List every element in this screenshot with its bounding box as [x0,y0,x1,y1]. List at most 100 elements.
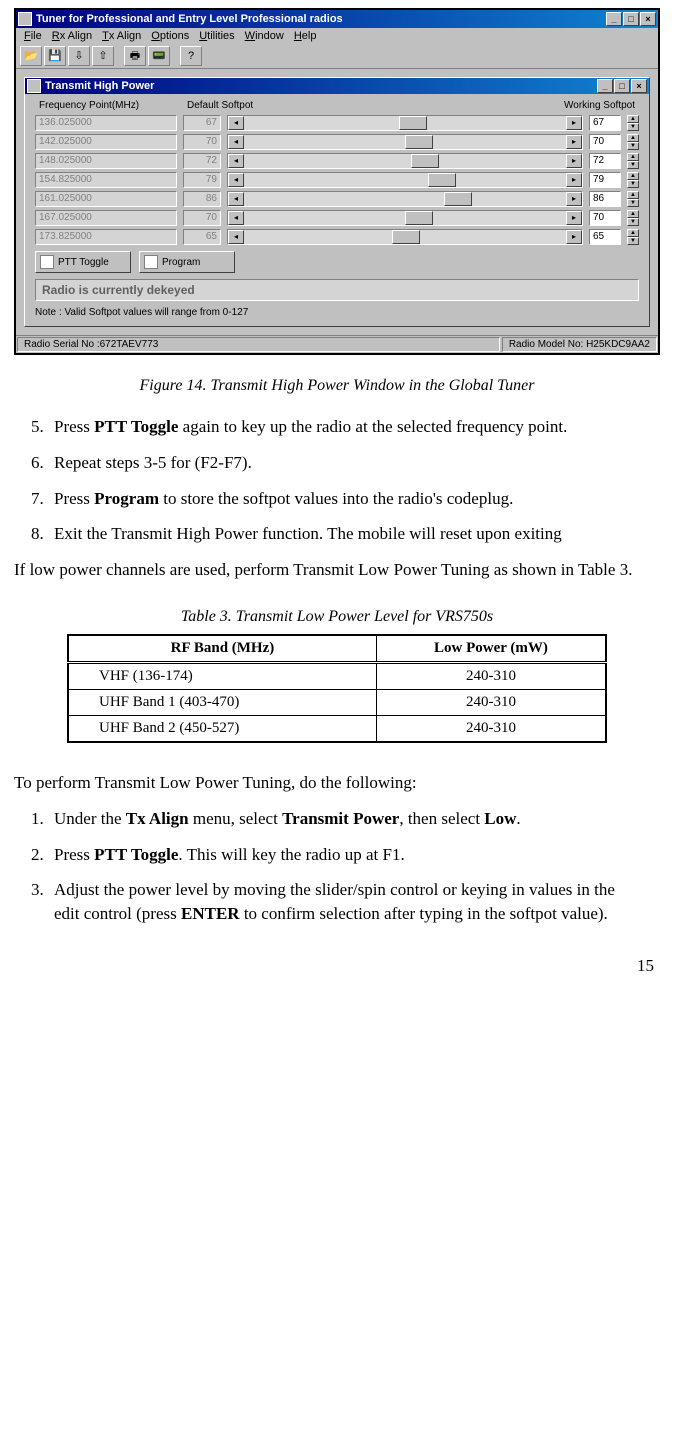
working-softpot-field[interactable]: 67 [589,115,621,131]
slider-left-icon[interactable]: ◂ [228,192,244,206]
menu-utilities[interactable]: Utilities [199,30,234,42]
slider-left-icon[interactable]: ◂ [228,230,244,244]
instruction-step: Press Program to store the softpot value… [48,487,636,511]
spin-down-icon[interactable]: ▼ [627,237,639,245]
close-button[interactable]: × [640,12,656,26]
inner-minimize-button[interactable]: _ [597,79,613,93]
softpot-spinner[interactable]: ▲▼ [627,153,639,169]
slider-left-icon[interactable]: ◂ [228,211,244,225]
inner-window: Transmit High Power _ □ × Frequency Poin… [24,77,650,327]
slider-right-icon[interactable]: ▸ [566,211,582,225]
slider-thumb[interactable] [444,192,472,206]
tool-open-icon[interactable]: 📂 [20,46,42,66]
spin-up-icon[interactable]: ▲ [627,115,639,123]
inner-close-button[interactable]: × [631,79,647,93]
spin-up-icon[interactable]: ▲ [627,134,639,142]
table-header-band: RF Band (MHz) [68,635,376,663]
spin-down-icon[interactable]: ▼ [627,123,639,131]
softpot-spinner[interactable]: ▲▼ [627,115,639,131]
tool-save-icon[interactable]: 💾 [44,46,66,66]
tool-write-icon[interactable]: ⇧ [92,46,114,66]
slider-right-icon[interactable]: ▸ [566,116,582,130]
slider-thumb[interactable] [428,173,456,187]
menu-tx-align[interactable]: Tx Align [102,30,141,42]
menu-options[interactable]: Options [151,30,189,42]
slider-left-icon[interactable]: ◂ [228,116,244,130]
working-softpot-field[interactable]: 65 [589,229,621,245]
working-softpot-field[interactable]: 70 [589,210,621,226]
ptt-toggle-button[interactable]: PTT Toggle [35,251,131,273]
cell-power: 240-310 [376,662,606,689]
slider-right-icon[interactable]: ▸ [566,135,582,149]
instruction-step: Repeat steps 3-5 for (F2-F7). [48,451,636,475]
maximize-button[interactable]: □ [623,12,639,26]
menu-file[interactable]: File [24,30,42,42]
softpot-slider[interactable]: ◂▸ [227,229,583,245]
menu-rx-align[interactable]: Rx Align [52,30,92,42]
status-serial: Radio Serial No :672TAEV773 [17,337,500,352]
inner-maximize-button[interactable]: □ [614,79,630,93]
softpot-slider[interactable]: ◂▸ [227,134,583,150]
tool-read-icon[interactable]: ⇩ [68,46,90,66]
statusbar: Radio Serial No :672TAEV773 Radio Model … [16,335,658,353]
spin-up-icon[interactable]: ▲ [627,210,639,218]
table-row: UHF Band 1 (403-470)240-310 [68,689,606,715]
slider-right-icon[interactable]: ▸ [566,230,582,244]
slider-right-icon[interactable]: ▸ [566,192,582,206]
tool-print-icon[interactable]: 🖶 [124,46,146,66]
softpot-spinner[interactable]: ▲▼ [627,172,639,188]
app-window: Tuner for Professional and Entry Level P… [14,8,660,355]
slider-thumb[interactable] [392,230,420,244]
slider-right-icon[interactable]: ▸ [566,154,582,168]
softpot-spinner[interactable]: ▲▼ [627,210,639,226]
slider-left-icon[interactable]: ◂ [228,135,244,149]
softpot-slider[interactable]: ◂▸ [227,172,583,188]
spin-down-icon[interactable]: ▼ [627,180,639,188]
slider-thumb[interactable] [399,116,427,130]
spin-down-icon[interactable]: ▼ [627,142,639,150]
radio-status: Radio is currently dekeyed [35,279,639,301]
slider-left-icon[interactable]: ◂ [228,154,244,168]
spin-up-icon[interactable]: ▲ [627,172,639,180]
working-softpot-field[interactable]: 70 [589,134,621,150]
slider-right-icon[interactable]: ▸ [566,173,582,187]
softpot-slider[interactable]: ◂▸ [227,191,583,207]
app-titlebar[interactable]: Tuner for Professional and Entry Level P… [16,10,658,28]
working-softpot-field[interactable]: 79 [589,172,621,188]
slider-thumb[interactable] [411,154,439,168]
default-softpot-field: 67 [183,115,221,131]
softpot-spinner[interactable]: ▲▼ [627,191,639,207]
status-model: Radio Model No: H25KDC9AA2 [502,337,657,352]
softpot-slider[interactable]: ◂▸ [227,210,583,226]
spin-down-icon[interactable]: ▼ [627,161,639,169]
spin-up-icon[interactable]: ▲ [627,153,639,161]
working-softpot-field[interactable]: 72 [589,153,621,169]
frequency-field: 161.025000 [35,191,177,207]
header-working-softpot: Working Softpot [545,100,635,111]
slider-left-icon[interactable]: ◂ [228,173,244,187]
working-softpot-field[interactable]: 86 [589,191,621,207]
softpot-spinner[interactable]: ▲▼ [627,134,639,150]
tool-device-icon[interactable]: 📟 [148,46,170,66]
softpot-slider[interactable]: ◂▸ [227,153,583,169]
instruction-step: Press PTT Toggle again to key up the rad… [48,415,636,439]
inner-titlebar[interactable]: Transmit High Power _ □ × [25,78,649,94]
program-button[interactable]: Program [139,251,235,273]
minimize-button[interactable]: _ [606,12,622,26]
toolbar: 📂 💾 ⇩ ⇧ 🖶 📟 ? [16,44,658,69]
inner-window-icon [27,79,41,93]
spin-up-icon[interactable]: ▲ [627,229,639,237]
softpot-row: 142.02500070◂▸70▲▼ [35,134,639,150]
spin-up-icon[interactable]: ▲ [627,191,639,199]
slider-thumb[interactable] [405,135,433,149]
menu-window[interactable]: Window [245,30,284,42]
spin-down-icon[interactable]: ▼ [627,199,639,207]
instruction-list-b: Under the Tx Align menu, select Transmit… [20,807,636,926]
slider-thumb[interactable] [405,211,433,225]
spin-down-icon[interactable]: ▼ [627,218,639,226]
tool-help-icon[interactable]: ? [180,46,202,66]
softpot-slider[interactable]: ◂▸ [227,115,583,131]
softpot-row: 161.02500086◂▸86▲▼ [35,191,639,207]
softpot-spinner[interactable]: ▲▼ [627,229,639,245]
menu-help[interactable]: Help [294,30,317,42]
